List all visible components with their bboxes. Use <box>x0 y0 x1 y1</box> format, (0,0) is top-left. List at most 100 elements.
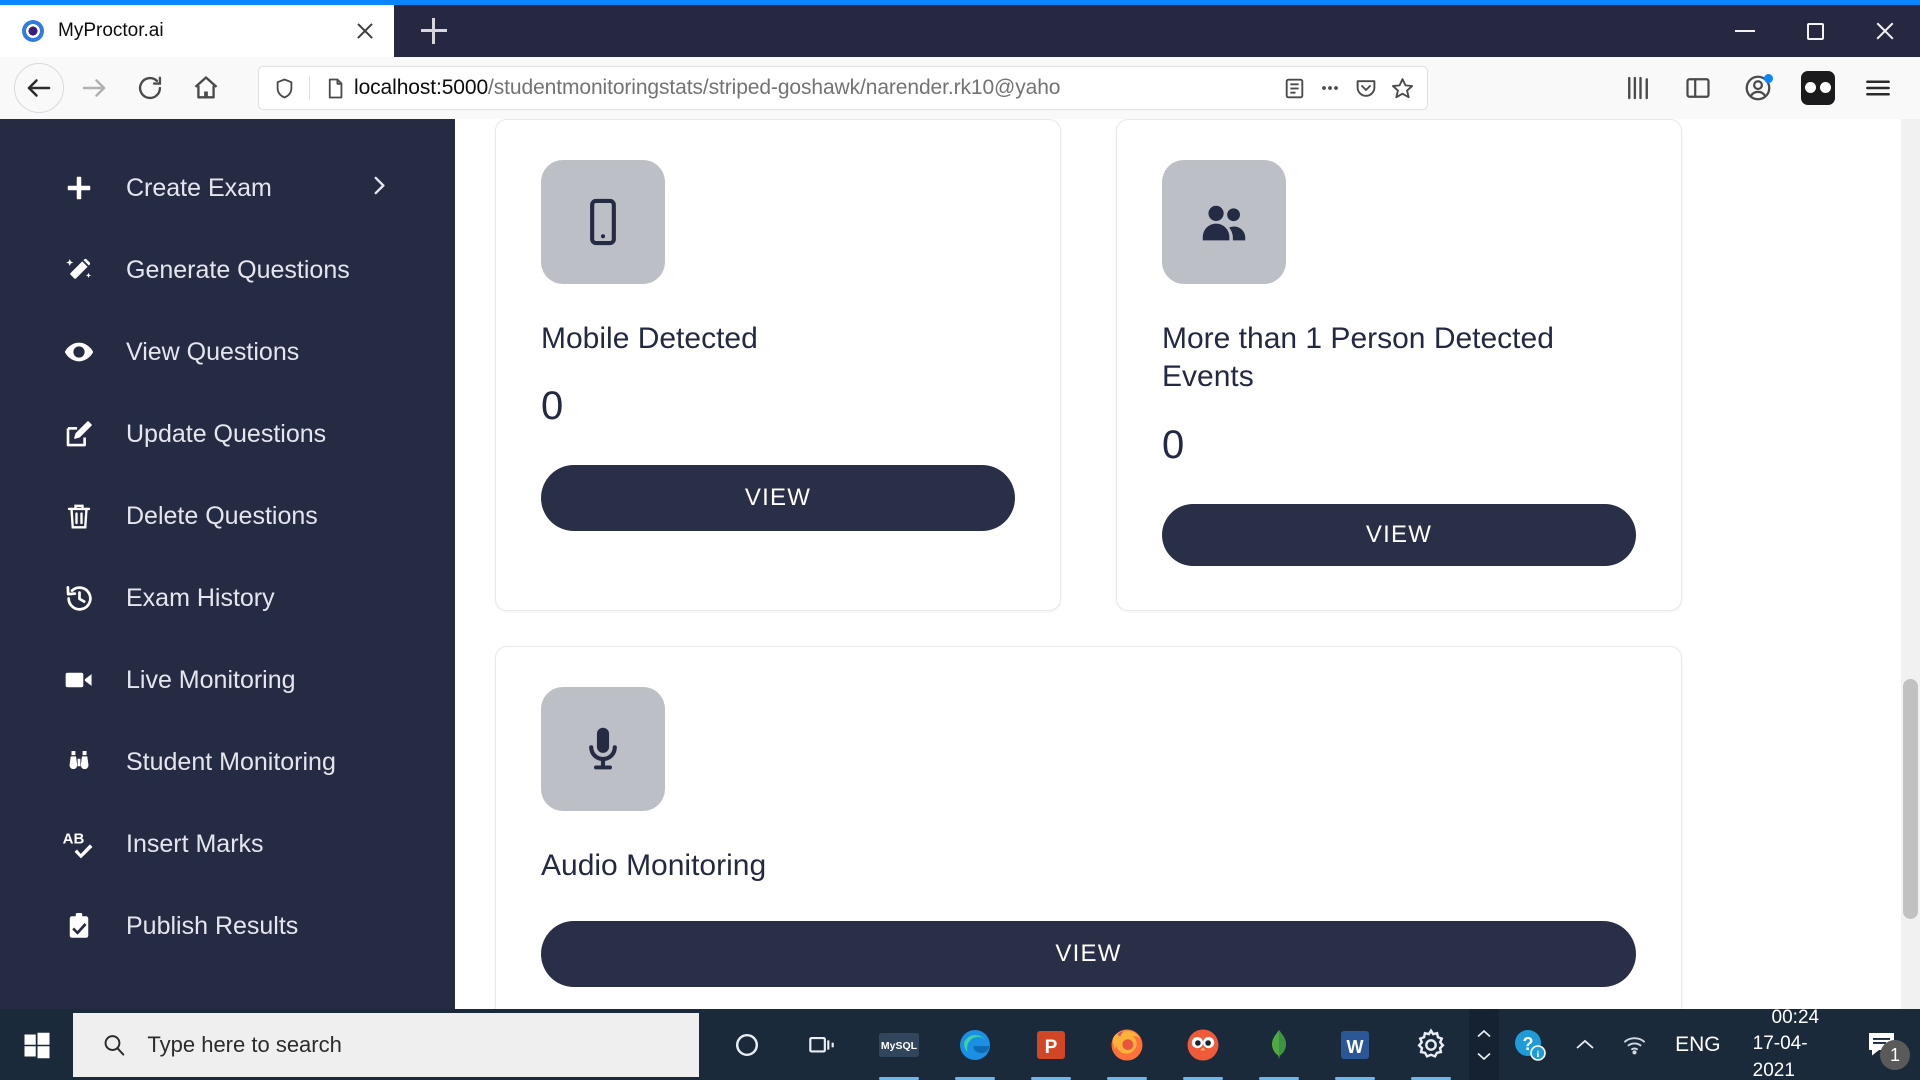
taskbar-edge-button[interactable] <box>937 1009 1013 1080</box>
sidebar-item-generate-questions[interactable]: Generate Questions <box>0 229 455 311</box>
tray-language-indicator[interactable]: ENG <box>1661 1009 1735 1080</box>
help-question-icon: ? i <box>1511 1026 1549 1064</box>
maximize-button[interactable] <box>1780 5 1850 57</box>
windows-taskbar: Type here to search MySQL <box>0 1009 1920 1080</box>
sidebar-item-label: Exam History <box>126 584 275 613</box>
taskbar-scroll-arrows[interactable] <box>1469 1009 1499 1080</box>
taskbar-powerpoint-button[interactable]: P <box>1013 1009 1089 1080</box>
chevron-down-icon <box>1476 1051 1492 1061</box>
binoculars-icon <box>62 745 96 779</box>
hamburger-menu-icon <box>1863 73 1893 103</box>
library-books-icon <box>1623 73 1653 103</box>
taskbar-owl-app-button[interactable] <box>1165 1009 1241 1080</box>
sidebar-item-label: View Questions <box>126 338 299 367</box>
sidebar-item-student-monitoring[interactable]: Student Monitoring <box>0 721 455 803</box>
trash-icon <box>62 499 96 533</box>
owl-app-icon <box>1184 1026 1222 1064</box>
stat-card-title: Audio Monitoring <box>541 847 1636 885</box>
taskbar-search-box[interactable]: Type here to search <box>73 1013 699 1077</box>
taskbar-settings-button[interactable] <box>1393 1009 1469 1080</box>
taskbar-app-icons: MySQL P <box>709 1009 1469 1080</box>
sidebar-item-exam-history[interactable]: Exam History <box>0 557 455 639</box>
library-button[interactable] <box>1610 62 1666 114</box>
taskbar-mongodb-button[interactable] <box>1241 1009 1317 1080</box>
view-button-multiple-persons[interactable]: VIEW <box>1162 504 1636 566</box>
sidebar-toggle-button[interactable] <box>1670 62 1726 114</box>
close-tab-icon[interactable] <box>350 16 380 46</box>
forward-arrow-icon <box>79 73 109 103</box>
sidebar-item-view-questions[interactable]: View Questions <box>0 311 455 393</box>
owl-extension-icon <box>1801 71 1835 105</box>
notification-count-badge: 1 <box>1880 1040 1910 1070</box>
tray-help-button[interactable]: ? i <box>1499 1009 1561 1080</box>
url-path: /studentmonitoringstats/striped-goshawk/… <box>488 76 1060 99</box>
view-button-audio-monitoring[interactable]: VIEW <box>541 921 1636 987</box>
ab-check-icon: AB <box>62 827 96 861</box>
stat-card-mobile-detected: Mobile Detected 0 VIEW <box>495 119 1061 611</box>
mobile-phone-icon-tile <box>541 160 665 284</box>
address-bar[interactable]: localhost:5000/studentmonitoringstats/st… <box>258 66 1428 110</box>
extension-button[interactable] <box>1790 62 1846 114</box>
navigation-toolbar: localhost:5000/studentmonitoringstats/st… <box>0 57 1920 119</box>
taskbar-cortana-button[interactable] <box>709 1009 785 1080</box>
system-tray: ? i ENG 00:24 17-04-2021 <box>1469 1009 1920 1080</box>
svg-text:MySQL: MySQL <box>881 1040 918 1052</box>
close-window-button[interactable] <box>1850 5 1920 57</box>
tray-action-center-button[interactable]: 1 <box>1856 1009 1920 1080</box>
address-bar-divider <box>309 76 310 100</box>
back-button[interactable] <box>14 63 64 113</box>
sidebar-item-label: Student Monitoring <box>126 748 336 777</box>
chevron-right-icon <box>369 173 389 204</box>
edit-square-icon <box>62 417 96 451</box>
tracking-protection-shield-icon[interactable] <box>267 71 301 105</box>
clipboard-check-icon <box>62 909 96 943</box>
sidebar-item-label: Delete Questions <box>126 502 318 531</box>
taskbar-firefox-button[interactable] <box>1089 1009 1165 1080</box>
scrollbar-thumb[interactable] <box>1903 679 1918 919</box>
svg-text:W: W <box>1347 1037 1364 1057</box>
magic-wand-icon <box>62 253 96 287</box>
bookmark-star-icon[interactable] <box>1385 71 1419 105</box>
tray-clock[interactable]: 00:24 17-04-2021 <box>1735 1005 1856 1080</box>
window-controls <box>1670 5 1920 57</box>
windows-start-button[interactable] <box>0 1009 73 1080</box>
sidebar-item-label: Create Exam <box>126 174 272 203</box>
page-scrollbar[interactable] <box>1901 119 1920 1009</box>
sidebar-item-create-exam[interactable]: Create Exam <box>0 147 455 229</box>
plus-icon <box>421 18 447 44</box>
tray-network-button[interactable] <box>1609 1009 1661 1080</box>
eye-icon <box>62 335 96 369</box>
mobile-phone-icon <box>577 196 629 248</box>
forward-button[interactable] <box>68 62 120 114</box>
app-menu-button[interactable] <box>1850 62 1906 114</box>
pocket-save-icon[interactable] <box>1349 71 1383 105</box>
toolbar-right-actions <box>1610 62 1906 114</box>
reader-view-icon[interactable] <box>1277 71 1311 105</box>
view-button-mobile-detected[interactable]: VIEW <box>541 465 1015 531</box>
show-hidden-icons-chevron <box>1573 1037 1597 1053</box>
plus-icon <box>62 171 96 205</box>
home-button[interactable] <box>180 62 232 114</box>
page-info-document-icon[interactable] <box>318 71 352 105</box>
minimize-icon <box>1735 30 1755 32</box>
tray-show-hidden-icons-button[interactable] <box>1561 1009 1609 1080</box>
browser-tab[interactable]: MyProctor.ai <box>0 5 394 57</box>
minimize-button[interactable] <box>1710 5 1780 57</box>
taskbar-mysql-workbench-button[interactable]: MySQL <box>861 1009 937 1080</box>
sidebar-item-insert-marks[interactable]: AB Insert Marks <box>0 803 455 885</box>
sidebar-item-label: Publish Results <box>126 912 298 941</box>
reload-button[interactable] <box>124 62 176 114</box>
powerpoint-icon: P <box>1034 1028 1068 1062</box>
page-actions-ellipsis-icon[interactable] <box>1313 71 1347 105</box>
new-tab-button[interactable] <box>394 5 474 57</box>
sidebar-item-live-monitoring[interactable]: Live Monitoring <box>0 639 455 721</box>
microphone-icon <box>577 723 629 775</box>
account-button[interactable] <box>1730 62 1786 114</box>
sidebar-item-update-questions[interactable]: Update Questions <box>0 393 455 475</box>
windows-start-icon <box>22 1030 52 1060</box>
taskbar-task-view-button[interactable] <box>785 1009 861 1080</box>
sidebar-item-delete-questions[interactable]: Delete Questions <box>0 475 455 557</box>
chevron-up-icon <box>1476 1029 1492 1039</box>
taskbar-word-button[interactable]: W <box>1317 1009 1393 1080</box>
sidebar-item-publish-results[interactable]: Publish Results <box>0 885 455 967</box>
